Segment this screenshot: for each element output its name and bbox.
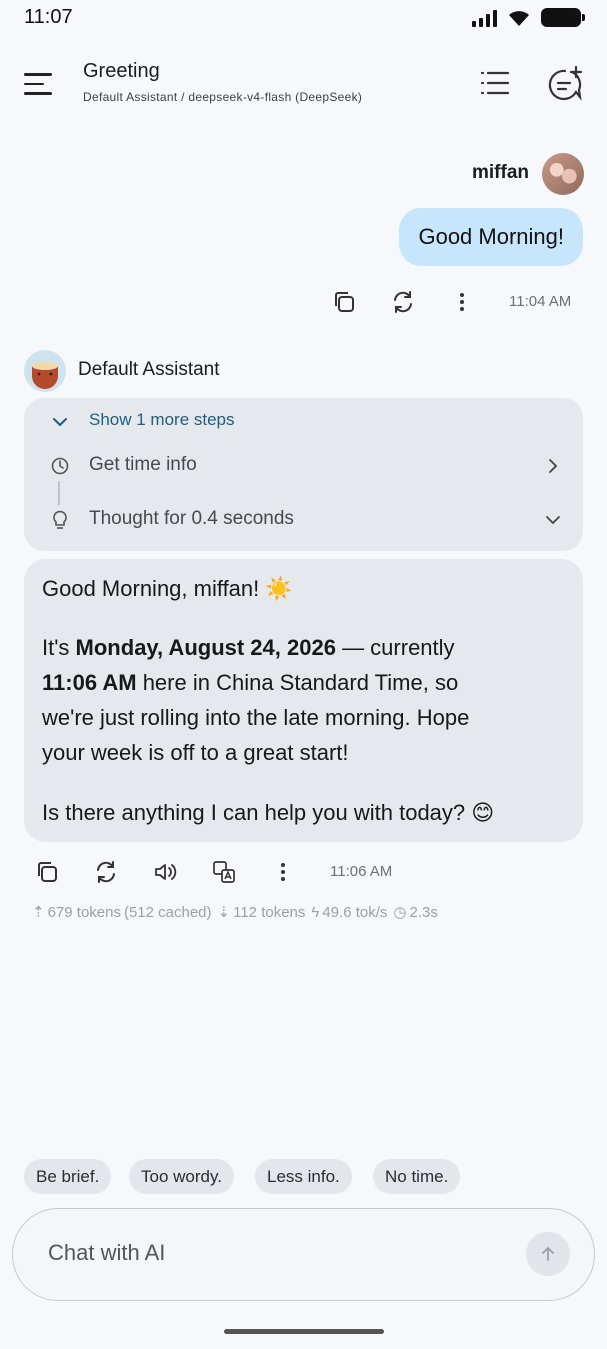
suggestion-chip[interactable]: No time.: [373, 1159, 461, 1194]
wifi-icon: [509, 10, 529, 26]
signal-icon: [472, 9, 497, 27]
assistant-avatar[interactable]: [24, 350, 66, 392]
timer-icon: ◷: [393, 904, 407, 921]
assistant-name: Default Assistant: [78, 359, 220, 380]
new-chat-icon[interactable]: [546, 64, 584, 102]
speed-stat: ϟ 49.6 tok/s: [311, 903, 388, 921]
duration-stat: ◷ 2.3s: [393, 903, 438, 922]
bolt-icon: ϟ: [311, 903, 320, 921]
suggestion-chip[interactable]: Be brief.: [24, 1159, 112, 1194]
user-message-bubble[interactable]: Good Morning!: [399, 208, 583, 266]
clock-icon: [51, 457, 69, 475]
show-more-steps-button[interactable]: Show 1 more steps: [89, 410, 235, 430]
send-button[interactable]: [526, 1232, 570, 1276]
status-time: 11:07: [24, 6, 73, 28]
answer-closing: Is there anything I can help you with to…: [42, 800, 495, 825]
translate-icon[interactable]: [211, 859, 237, 885]
answer-date: Monday, August 24, 2026: [75, 635, 336, 660]
assistant-message-time: 11:06 AM: [330, 863, 393, 880]
chevron-right-icon[interactable]: [544, 457, 562, 475]
step-get-time-info[interactable]: Get time info: [89, 454, 197, 476]
lightbulb-icon: [53, 510, 67, 529]
more-icon[interactable]: [449, 289, 475, 315]
arrow-up-icon: [542, 1246, 554, 1261]
step-thought[interactable]: Thought for 0.4 seconds: [89, 508, 294, 530]
list-icon[interactable]: [478, 66, 512, 100]
answer-time: 11:06 AM: [42, 670, 137, 695]
copy-icon[interactable]: [34, 859, 60, 885]
home-indicator[interactable]: [224, 1329, 384, 1334]
more-icon[interactable]: [270, 859, 296, 885]
upload-icon: ⇡: [32, 904, 45, 921]
speaker-icon[interactable]: [152, 859, 178, 885]
download-icon: ⇣: [217, 904, 231, 921]
regenerate-icon[interactable]: [390, 289, 416, 315]
chat-title: Greeting: [83, 60, 160, 82]
answer-paragraph: It's Monday, August 24, 2026 — currently…: [42, 635, 470, 765]
chevron-down-icon[interactable]: [51, 413, 69, 431]
suggestion-chip[interactable]: Less info.: [255, 1159, 352, 1194]
chat-subtitle: Default Assistant / deepseek-v4-flash (D…: [83, 90, 363, 104]
regenerate-icon[interactable]: [93, 859, 119, 885]
step-connector: [58, 481, 60, 505]
battery-icon: [541, 8, 585, 27]
status-icons: [472, 8, 585, 27]
suggestion-chip[interactable]: Too wordy.: [129, 1159, 234, 1194]
chat-input-placeholder: Chat with AI: [48, 1240, 166, 1265]
output-tokens-stat: ⇣ 112 tokens: [217, 903, 306, 922]
user-avatar[interactable]: [542, 153, 584, 195]
chevron-down-icon[interactable]: [544, 511, 562, 529]
input-tokens-stat: ⇡ 679 tokens (512 cached): [32, 903, 212, 922]
answer-greeting: Good Morning, miffan! ☀️: [42, 576, 293, 601]
user-message-time: 11:04 AM: [509, 293, 572, 310]
token-stats: ⇡ 679 tokens (512 cached) ⇣ 112 tokens ϟ 49.…: [32, 903, 438, 922]
user-name: miffan: [472, 162, 529, 183]
menu-button[interactable]: [24, 66, 60, 102]
copy-icon[interactable]: [331, 289, 357, 315]
